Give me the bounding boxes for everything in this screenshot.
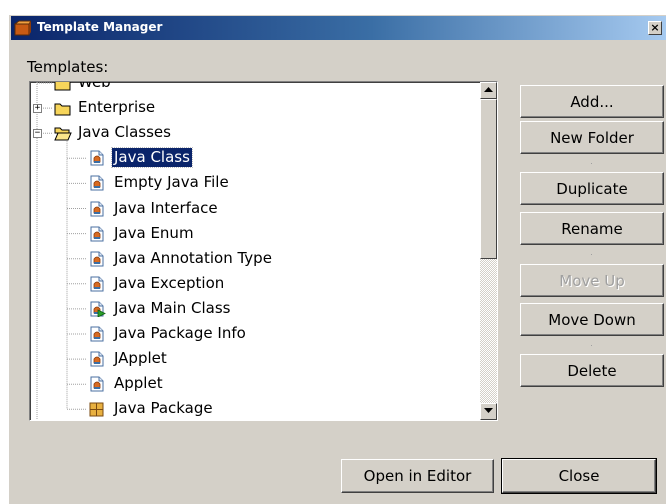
open-in-editor-button[interactable]: Open in Editor <box>341 459 494 493</box>
tree-item[interactable]: JApplet <box>30 347 470 371</box>
package-icon <box>89 402 104 417</box>
java-file-icon <box>90 376 104 392</box>
tree-item[interactable]: Java Enum <box>30 222 470 246</box>
tree-item-label: Java Enum <box>114 223 194 242</box>
tree-item[interactable]: Java Main Class <box>30 297 470 321</box>
tree-item[interactable]: Applet <box>30 372 470 396</box>
tree-item[interactable]: + Enterprise <box>30 96 470 120</box>
tree-item-label: Java Classes <box>78 123 171 142</box>
move-down-button[interactable]: Move Down <box>520 303 664 336</box>
separator-dot <box>591 345 592 346</box>
tree-item-label: Web <box>78 81 111 91</box>
java-main-class-icon <box>90 301 106 317</box>
move-up-button[interactable]: Move Up <box>520 264 664 297</box>
tree-item[interactable]: Java Class <box>30 146 470 170</box>
tree-item-label: Java Package Info <box>114 324 246 342</box>
app-icon <box>14 20 31 36</box>
scroll-up-button[interactable] <box>480 82 497 99</box>
separator-dot <box>591 254 592 255</box>
tree-item[interactable]: Java Interface <box>30 197 470 221</box>
tree-item[interactable]: Java Package <box>30 397 470 420</box>
java-file-icon <box>90 351 104 367</box>
tree-item-label: JApplet <box>114 349 167 368</box>
duplicate-button[interactable]: Duplicate <box>520 172 664 205</box>
arrow-up-icon <box>484 87 493 92</box>
tree-item-label: Enterprise <box>78 98 156 117</box>
tree-item-label: Java Package <box>114 399 213 418</box>
separator-dot <box>591 163 592 164</box>
templates-tree[interactable]: Web + Enterprise − Java Classes Java Class Emp… <box>29 81 498 421</box>
tree-item[interactable]: Java Exception <box>30 272 470 296</box>
tree-item-label: Java Annotation Type <box>114 248 272 267</box>
delete-button[interactable]: Delete <box>520 354 664 387</box>
folder-icon <box>54 82 71 91</box>
java-file-icon <box>90 326 104 342</box>
tree-item-label: Java Interface <box>114 198 218 217</box>
tree-item[interactable]: Java Package Info <box>30 322 470 346</box>
collapse-icon[interactable]: − <box>33 129 42 139</box>
tree-item-label: Java Class <box>111 147 193 169</box>
close-icon[interactable]: × <box>648 21 662 35</box>
java-file-icon <box>90 150 104 166</box>
add-button[interactable]: Add... <box>520 85 664 118</box>
rename-button[interactable]: Rename <box>520 212 664 245</box>
tree-item-label: Java Exception <box>114 273 225 292</box>
template-manager-dialog: Template Manager × Templates: Web + Enterp… <box>8 14 666 504</box>
folder-icon <box>54 103 71 116</box>
new-folder-button[interactable]: New Folder <box>520 121 664 154</box>
tree-item[interactable]: Web <box>30 81 470 95</box>
tree-item-label: Applet <box>114 374 163 393</box>
java-file-icon <box>90 226 104 242</box>
templates-label: Templates: <box>27 58 109 76</box>
open-folder-icon <box>54 127 72 141</box>
java-file-icon <box>90 251 104 267</box>
window-title: Template Manager <box>37 20 163 34</box>
expand-icon[interactable]: + <box>33 104 42 114</box>
tree-item[interactable]: Java Annotation Type <box>30 247 470 271</box>
java-file-icon <box>90 276 104 292</box>
java-file-icon <box>90 201 104 216</box>
title-bar[interactable]: Template Manager × <box>11 16 666 40</box>
java-file-icon <box>90 175 104 191</box>
tree-item[interactable]: Empty Java File <box>30 171 470 195</box>
tree-item-label: Java Main Class <box>114 298 231 317</box>
tree-item[interactable]: − Java Classes <box>30 121 470 145</box>
scroll-down-button[interactable] <box>480 403 497 420</box>
close-button[interactable]: Close <box>501 458 657 494</box>
tree-item-label: Empty Java File <box>114 173 229 192</box>
scrollbar-thumb[interactable] <box>480 99 497 259</box>
vertical-scrollbar[interactable] <box>480 82 497 420</box>
arrow-down-icon <box>484 408 493 413</box>
